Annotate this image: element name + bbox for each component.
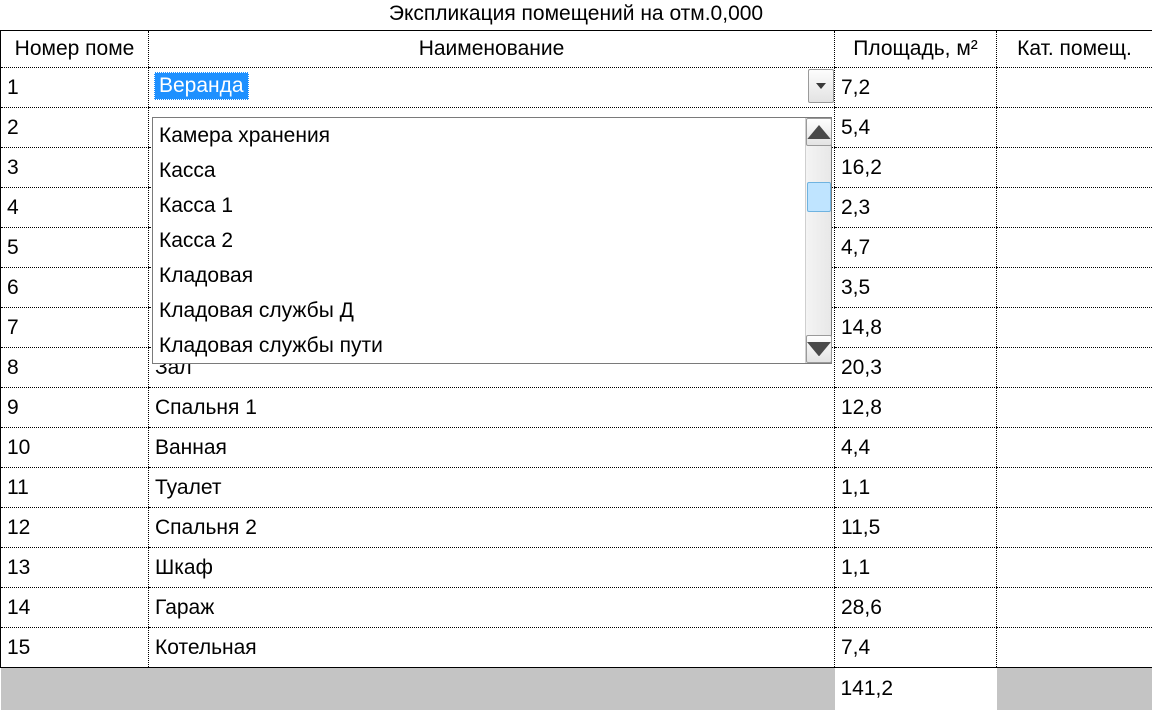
cell-number[interactable]: 8	[1, 348, 149, 388]
table-row[interactable]: 14Гараж28,6	[1, 588, 1152, 628]
total-area-value: 141,2	[835, 668, 997, 710]
cell-category[interactable]	[997, 428, 1152, 468]
dropdown-option[interactable]: Касса	[153, 153, 805, 188]
cell-area[interactable]: 1,1	[835, 468, 997, 508]
cell-area[interactable]: 20,3	[835, 348, 997, 388]
cell-number[interactable]: 9	[1, 388, 149, 428]
total-blank	[997, 668, 1152, 710]
table-row[interactable]: 15Котельная7,4	[1, 628, 1152, 668]
cell-number[interactable]: 3	[1, 148, 149, 188]
cell-area[interactable]: 14,8	[835, 308, 997, 348]
cell-category[interactable]	[997, 588, 1152, 628]
cell-number[interactable]: 11	[1, 468, 149, 508]
table-row[interactable]: 13Шкаф1,1	[1, 548, 1152, 588]
table-row[interactable]: 11Туалет1,1	[1, 468, 1152, 508]
col-header-number[interactable]: Номер поме	[1, 31, 149, 68]
dropdown-option[interactable]: Касса 2	[153, 223, 805, 258]
dropdown-option[interactable]: Касса 1	[153, 188, 805, 223]
dropdown-selected-value[interactable]: Веранда	[154, 72, 249, 100]
cell-number[interactable]: 10	[1, 428, 149, 468]
name-dropdown-list[interactable]: Камера храненияКассаКасса 1Касса 2Кладов…	[152, 117, 832, 364]
cell-name[interactable]: Веранда	[149, 68, 835, 108]
cell-area[interactable]: 28,6	[835, 588, 997, 628]
cell-area[interactable]: 7,4	[835, 628, 997, 668]
cell-area[interactable]: 4,7	[835, 228, 997, 268]
cell-category[interactable]	[997, 628, 1152, 668]
dropdown-option[interactable]: Камера хранения	[153, 118, 805, 153]
dropdown-toggle-button[interactable]	[808, 69, 834, 103]
cell-name[interactable]: Спальня 1	[149, 388, 835, 428]
cell-area[interactable]: 3,5	[835, 268, 997, 308]
cell-area[interactable]: 5,4	[835, 108, 997, 148]
cell-number[interactable]: 4	[1, 188, 149, 228]
cell-area[interactable]: 2,3	[835, 188, 997, 228]
cell-area[interactable]: 16,2	[835, 148, 997, 188]
cell-name[interactable]: Спальня 2	[149, 508, 835, 548]
cell-category[interactable]	[997, 228, 1152, 268]
cell-number[interactable]: 13	[1, 548, 149, 588]
cell-area[interactable]: 7,2	[835, 68, 997, 108]
table-row[interactable]: 10Ванная4,4	[1, 428, 1152, 468]
cell-category[interactable]	[997, 148, 1152, 188]
cell-number[interactable]: 15	[1, 628, 149, 668]
cell-category[interactable]	[997, 308, 1152, 348]
cell-category[interactable]	[997, 268, 1152, 308]
dropdown-scrollbar[interactable]	[805, 118, 831, 363]
col-header-name[interactable]: Наименование	[149, 31, 835, 68]
cell-number[interactable]: 7	[1, 308, 149, 348]
cell-area[interactable]: 1,1	[835, 548, 997, 588]
cell-category[interactable]	[997, 188, 1152, 228]
cell-area[interactable]: 12,8	[835, 388, 997, 428]
cell-name[interactable]: Гараж	[149, 588, 835, 628]
cell-number[interactable]: 6	[1, 268, 149, 308]
cell-number[interactable]: 1	[1, 68, 149, 108]
table-row[interactable]: 12Спальня 211,5	[1, 508, 1152, 548]
cell-number[interactable]: 12	[1, 508, 149, 548]
cell-number[interactable]: 5	[1, 228, 149, 268]
cell-area[interactable]: 4,4	[835, 428, 997, 468]
cell-name[interactable]: Шкаф	[149, 548, 835, 588]
col-header-category[interactable]: Кат. помещ.	[997, 31, 1152, 68]
table-row[interactable]: 9Спальня 112,8	[1, 388, 1152, 428]
cell-name[interactable]: Котельная	[149, 628, 835, 668]
dropdown-option[interactable]: Кладовая службы пути	[153, 328, 805, 363]
cell-category[interactable]	[997, 548, 1152, 588]
cell-category[interactable]	[997, 348, 1152, 388]
cell-category[interactable]	[997, 388, 1152, 428]
page-title: Экспликация помещений на отм.0,000	[0, 0, 1152, 30]
scroll-down-button[interactable]	[806, 335, 832, 363]
dropdown-option[interactable]: Кладовая	[153, 258, 805, 293]
cell-number[interactable]: 14	[1, 588, 149, 628]
scroll-thumb[interactable]	[807, 182, 831, 212]
cell-name[interactable]: Ванная	[149, 428, 835, 468]
scroll-up-button[interactable]	[806, 118, 832, 146]
cell-number[interactable]: 2	[1, 108, 149, 148]
cell-name[interactable]: Туалет	[149, 468, 835, 508]
total-row: 141,2	[1, 668, 1152, 710]
dropdown-option[interactable]: Кладовая службы Д	[153, 293, 805, 328]
total-blank	[1, 668, 149, 710]
cell-category[interactable]	[997, 468, 1152, 508]
col-header-area[interactable]: Площадь, м²	[835, 31, 997, 68]
cell-category[interactable]	[997, 108, 1152, 148]
table-row[interactable]: 1Веранда 7,2	[1, 68, 1152, 108]
table-header-row: Номер поме Наименование Площадь, м² Кат.…	[1, 31, 1152, 68]
cell-category[interactable]	[997, 508, 1152, 548]
cell-area[interactable]: 11,5	[835, 508, 997, 548]
cell-category[interactable]	[997, 68, 1152, 108]
total-blank	[149, 668, 835, 710]
